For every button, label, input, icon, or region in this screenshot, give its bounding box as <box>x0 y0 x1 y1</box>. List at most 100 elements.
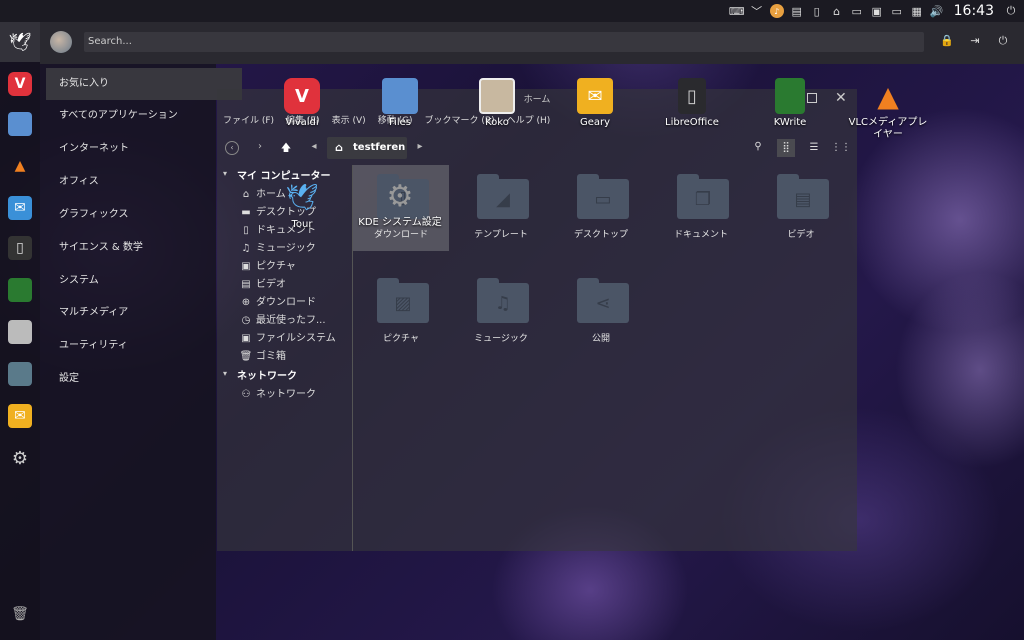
phone-icon[interactable]: ▯ <box>810 4 824 18</box>
display-icon[interactable]: ▭ <box>850 4 864 18</box>
monitor-icon[interactable]: ▭ <box>890 4 904 18</box>
app-label: Geary <box>579 117 611 128</box>
app-kde-settings[interactable]: ⚙ KDE システム設定 <box>356 178 444 229</box>
app-menu-logo-icon[interactable]: 🕊 <box>0 22 40 62</box>
folder-icon: ▨ <box>377 278 429 323</box>
compact-view-button[interactable]: ⋮⋮ <box>831 139 851 157</box>
power-icon[interactable]: ⏻ <box>1004 4 1018 18</box>
category-internet[interactable]: インターネット <box>46 133 242 165</box>
folder-item[interactable]: ▤ ビデオ <box>753 165 849 251</box>
vlc-dock-icon[interactable]: ▲ <box>8 154 32 178</box>
geary-icon: ✉ <box>577 78 613 114</box>
network-icon: ⚇ <box>241 389 251 400</box>
keyboard-icon[interactable]: ⌨ <box>729 4 745 18</box>
place-network[interactable]: ⚇ ネットワーク <box>239 385 316 400</box>
geary-dock-icon[interactable]: ✉ <box>8 404 32 428</box>
up-icon[interactable]: 🡅 <box>279 141 293 155</box>
folder-item[interactable]: ◢ テンプレート <box>453 165 549 251</box>
folder-item[interactable]: ❐ ドキュメント <box>653 165 749 251</box>
folder-item[interactable]: ♫ ミュージック <box>453 269 549 355</box>
app-vlc[interactable]: ▲ VLCメディアプレイヤー <box>844 78 932 141</box>
clock-icon: ◷ <box>241 315 251 326</box>
libreoffice-dock-icon[interactable]: ▯ <box>8 236 32 260</box>
folder-icon: ⋖ <box>577 278 629 323</box>
app-label: KDE システム設定 <box>358 217 442 228</box>
breadcrumb-left-icon[interactable]: ◂ <box>307 141 321 155</box>
app-vivaldi[interactable]: V Vivaldi <box>258 78 346 129</box>
category-favorites[interactable]: お気に入り <box>46 68 242 100</box>
app-koko[interactable]: Koko <box>453 78 541 129</box>
vivaldi-dock-icon[interactable]: V <box>8 72 32 96</box>
expand-arrow-icon[interactable]: ▾ <box>223 369 227 378</box>
place-label: ネットワーク <box>256 389 316 400</box>
usb-icon[interactable]: ⌂ <box>830 4 844 18</box>
category-system[interactable]: システム <box>46 265 242 297</box>
expand-arrow-icon[interactable]: ▾ <box>223 169 227 178</box>
libreoffice-icon: ▯ <box>678 78 706 114</box>
files-icon <box>382 78 418 114</box>
icon-view-button[interactable]: ⣿ <box>777 139 795 157</box>
folder-item[interactable]: ▨ ピクチャ <box>353 269 449 355</box>
store-dock-icon[interactable]: ✉ <box>8 196 32 220</box>
place-music[interactable]: ♫ ミュージック <box>239 239 316 254</box>
power-icon[interactable]: ⏻ <box>996 34 1010 48</box>
trash-dock-icon[interactable]: 🗑 <box>8 602 32 626</box>
settings-dock-icon[interactable]: ⚙ <box>8 446 32 470</box>
forward-icon[interactable]: › <box>253 141 267 155</box>
category-office[interactable]: オフィス <box>46 166 242 198</box>
screen-icon[interactable]: ▣ <box>870 4 884 18</box>
place-label: 最近使ったフ... <box>256 315 326 326</box>
breadcrumb-right-icon[interactable]: ▸ <box>413 141 427 155</box>
avatar[interactable] <box>50 31 72 53</box>
breadcrumb[interactable]: ⌂ testferen <box>327 137 407 159</box>
category-graphics[interactable]: グラフィックス <box>46 199 242 231</box>
app-kwrite[interactable]: KWrite <box>746 78 834 129</box>
app-geary[interactable]: ✉ Geary <box>551 78 639 129</box>
place-trash[interactable]: 🗑 ゴミ箱 <box>239 347 286 362</box>
place-pictures[interactable]: ▣ ピクチャ <box>239 257 296 272</box>
category-science[interactable]: サイエンス & 数学 <box>46 232 242 264</box>
folder-item[interactable]: ▭ デスクトップ <box>553 165 649 251</box>
clock[interactable]: 16:43 <box>954 3 994 19</box>
place-downloads[interactable]: ⊕ ダウンロード <box>239 293 316 308</box>
place-filesystem[interactable]: ▣ ファイルシステム <box>239 329 335 344</box>
search-input[interactable]: Search... <box>84 32 924 52</box>
category-all-apps[interactable]: すべてのアプリケーション <box>46 100 242 132</box>
app-libreoffice[interactable]: ▯ LibreOffice <box>648 78 736 129</box>
lock-icon[interactable]: 🔒 <box>940 34 954 48</box>
folder-label: デスクトップ <box>573 230 628 240</box>
system-monitor-dock-icon[interactable] <box>8 362 32 386</box>
folder-label: 公開 <box>591 334 610 344</box>
app-label: Vivaldi <box>285 117 319 128</box>
tour-bird-icon: 🕊 <box>285 183 319 213</box>
kwrite-dock-icon[interactable] <box>8 278 32 302</box>
updates-icon[interactable]: ♪ <box>769 4 784 18</box>
trash-icon: 🗑 <box>239 351 253 362</box>
breadcrumb-label: testferen <box>353 142 406 153</box>
logout-icon[interactable]: ⇥ <box>968 34 982 48</box>
category-settings[interactable]: 設定 <box>46 363 242 395</box>
app-tour[interactable]: 🕊 Tour <box>258 180 346 231</box>
files-dock-icon[interactable] <box>8 112 32 136</box>
clipboard-icon[interactable]: ▤ <box>790 4 804 18</box>
chevron-down-icon[interactable]: ﹀ <box>750 4 764 18</box>
app-label: Koko <box>485 117 509 128</box>
list-view-button[interactable]: ☰ <box>805 139 823 157</box>
search-icon[interactable]: ⚲ <box>751 141 765 155</box>
place-label: ゴミ箱 <box>256 351 286 362</box>
app-label: Tour <box>291 219 313 230</box>
folder-label: ドキュメント <box>673 230 728 240</box>
app-files[interactable]: Files <box>356 78 444 129</box>
category-multimedia[interactable]: マルチメディア <box>46 297 242 329</box>
download-icon: ⊕ <box>241 297 251 308</box>
place-videos[interactable]: ▤ ビデオ <box>239 275 286 290</box>
place-recent[interactable]: ◷ 最近使ったフ... <box>239 311 326 326</box>
volume-icon[interactable]: 🔊 <box>930 4 944 18</box>
back-icon[interactable]: ‹ <box>225 141 239 155</box>
category-utilities[interactable]: ユーティリティ <box>46 330 242 362</box>
document-icon: ▯ <box>243 225 249 236</box>
group-network[interactable]: ネットワーク <box>237 367 297 382</box>
koko-dock-icon[interactable] <box>8 320 32 344</box>
network-icon[interactable]: ▦ <box>910 4 924 18</box>
folder-item[interactable]: ⋖ 公開 <box>553 269 649 355</box>
